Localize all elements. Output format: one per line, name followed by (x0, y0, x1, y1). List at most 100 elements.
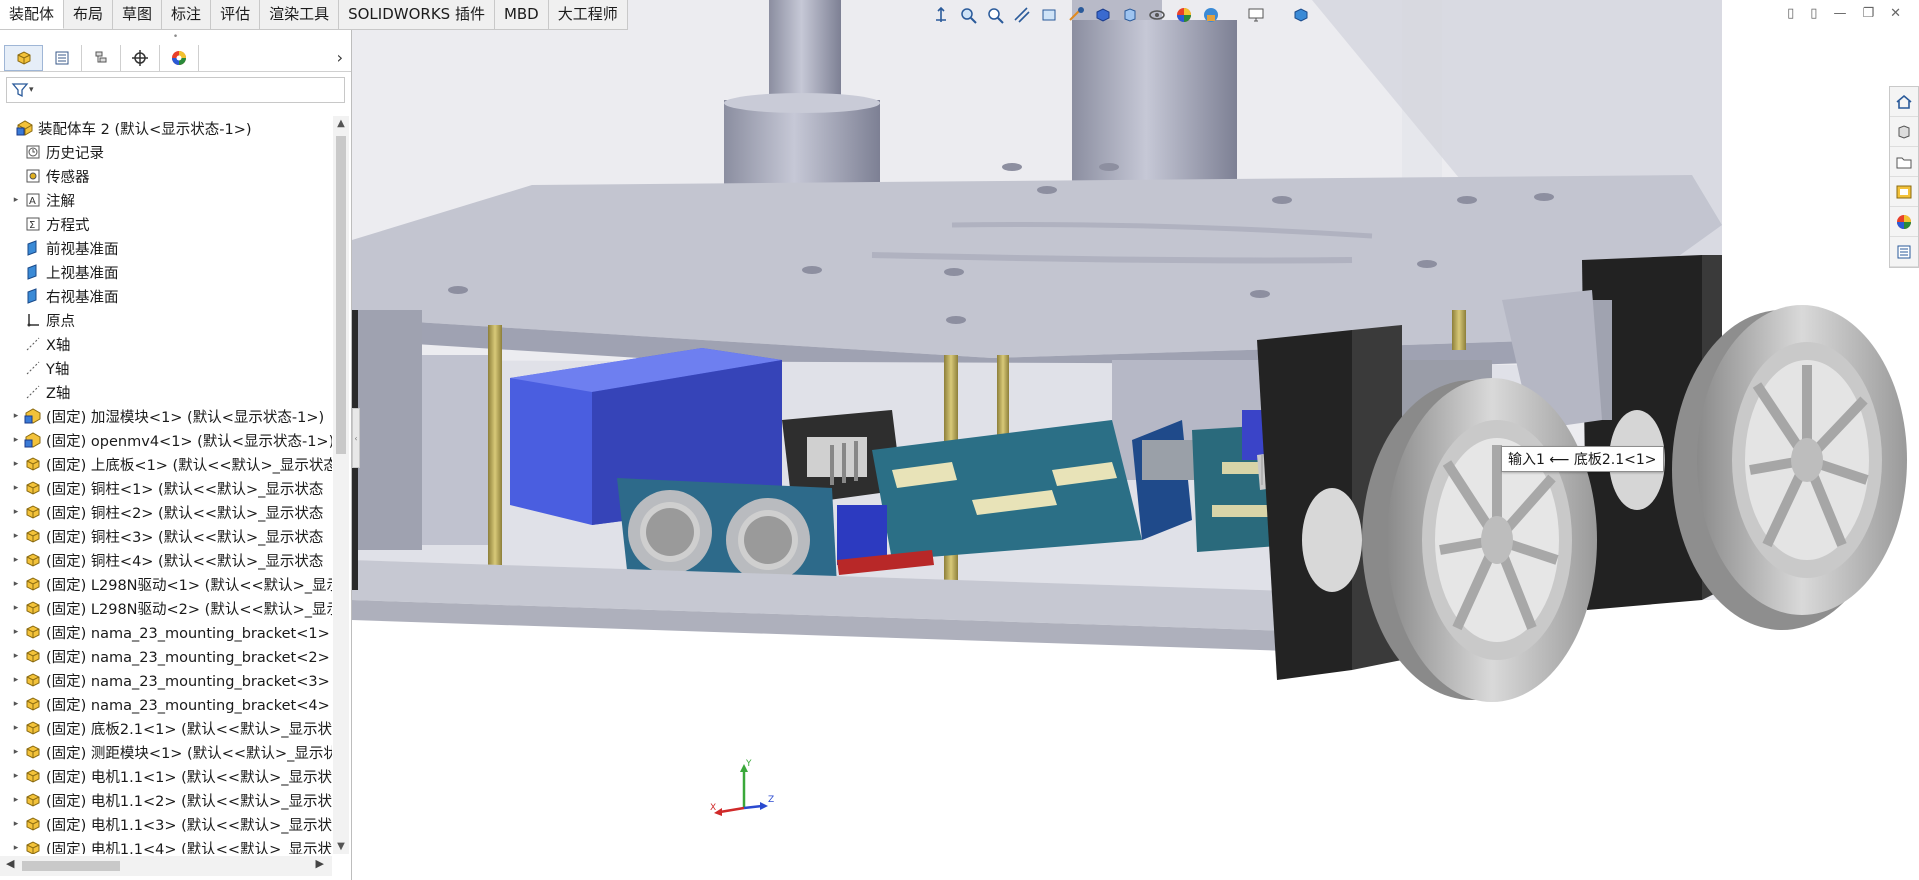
expand-arrow-icon[interactable]: ▸ (8, 699, 24, 709)
tree-filter[interactable]: ▾ (6, 77, 345, 103)
expand-arrow-icon[interactable]: ▸ (8, 603, 24, 613)
appearances-icon[interactable] (1890, 207, 1918, 237)
close-icon[interactable]: ✕ (1890, 6, 1901, 21)
expand-arrow-icon[interactable]: ▸ (8, 627, 24, 637)
tree-item[interactable]: ▸ (固定) nama_23_mounting_bracket<2> (0, 644, 332, 668)
previous-view-icon[interactable] (984, 4, 1006, 26)
dimxpert-manager-tab[interactable] (121, 44, 160, 71)
expand-arrow-icon[interactable]: ▸ (8, 555, 24, 565)
command-tab[interactable]: MBD (495, 0, 549, 29)
tree-item[interactable]: ▸ (固定) 铜柱<4> (默认<<默认>_显示状态 (0, 548, 332, 572)
scroll-up-icon[interactable]: ▲ (333, 118, 349, 129)
tree-item[interactable]: X轴 (0, 332, 332, 356)
tree-item[interactable]: 右视基准面 (0, 284, 332, 308)
tree-item[interactable]: ▸ (固定) 铜柱<2> (默认<<默认>_显示状态 (0, 500, 332, 524)
command-tab[interactable]: 装配体 (0, 0, 65, 29)
tree-item[interactable]: Z轴 (0, 380, 332, 404)
expand-arrow-icon[interactable]: ▸ (8, 843, 24, 853)
zoom-to-fit-icon[interactable] (930, 4, 952, 26)
property-manager-tab[interactable] (43, 44, 82, 71)
tree-item[interactable]: ▸ (固定) nama_23_mounting_bracket<3> (0, 668, 332, 692)
home-icon[interactable] (1890, 87, 1918, 117)
graphics-area[interactable]: ▯ ▯ — ❐ ✕ 输入1 ⟵ 底板2.1<1> Y X Z (352, 0, 1919, 880)
expand-arrow-icon[interactable]: ▸ (8, 483, 24, 493)
view-orientation-icon[interactable] (1065, 4, 1087, 26)
expand-arrow-icon[interactable]: ▸ (8, 771, 24, 781)
configuration-manager-tab[interactable] (82, 44, 121, 71)
display-style-icon[interactable] (1092, 4, 1114, 26)
tree-item[interactable]: ▸ (固定) 电机1.1<3> (默认<<默认>_显示状 (0, 812, 332, 836)
section-view-icon[interactable] (1011, 4, 1033, 26)
hide-show-icon[interactable] (1119, 4, 1141, 26)
display-manager-tab[interactable] (160, 44, 199, 71)
tree-item[interactable]: 上视基准面 (0, 260, 332, 284)
tree-item[interactable]: ▸ (固定) nama_23_mounting_bracket<4> (0, 692, 332, 716)
tree-horizontal-scrollbar[interactable]: ◀ ▶ (0, 856, 332, 876)
tree-item[interactable]: ▸ (固定) 电机1.1<1> (默认<<默认>_显示状 (0, 764, 332, 788)
custom-properties-icon[interactable] (1890, 237, 1918, 267)
expand-arrow-icon[interactable]: ▸ (8, 507, 24, 517)
tree-item[interactable]: ▸ (固定) L298N驱动<2> (默认<<默认>_显示 (0, 596, 332, 620)
tree-item[interactable]: ▸ (固定) 铜柱<3> (默认<<默认>_显示状态 (0, 524, 332, 548)
expand-arrow-icon[interactable]: ▸ (8, 795, 24, 805)
command-tab[interactable]: 渲染工具 (260, 0, 340, 29)
display-pane-icon[interactable] (1245, 4, 1267, 26)
expand-arrow-icon[interactable]: ▸ (8, 723, 24, 733)
command-tab[interactable]: 大工程师 (549, 0, 628, 29)
assembly-model[interactable] (352, 0, 1919, 880)
expand-arrow-icon[interactable]: ▸ (8, 195, 24, 205)
expand-arrow-icon[interactable]: ▸ (8, 747, 24, 757)
filter-icon[interactable] (11, 81, 29, 99)
expand-arrow-icon[interactable]: ▸ (8, 411, 24, 421)
tree-vertical-scrollbar[interactable]: ▲ ▼ (333, 116, 349, 854)
expand-arrow-icon[interactable]: ▸ (8, 819, 24, 829)
command-tab[interactable]: 草图 (113, 0, 163, 29)
expand-arrow-icon[interactable]: ▸ (8, 675, 24, 685)
horizontal-scroll-thumb[interactable] (22, 861, 120, 871)
minimize-icon[interactable]: — (1833, 6, 1846, 21)
tree-item[interactable]: ▸ (固定) 加湿模块<1> (默认<显示状态-1>) (0, 404, 332, 428)
tree-item[interactable]: 前视基准面 (0, 236, 332, 260)
expand-arrow-icon[interactable]: ▸ (8, 531, 24, 541)
panel-collapse-handle[interactable]: ‹ (352, 408, 360, 468)
feature-manager-tab[interactable] (4, 44, 43, 71)
expand-arrow-icon[interactable]: ▸ (8, 579, 24, 589)
command-tab[interactable]: SOLIDWORKS 插件 (339, 0, 495, 29)
scroll-right-icon[interactable]: ▶ (316, 857, 324, 870)
zoom-area-icon[interactable] (957, 4, 979, 26)
command-tab[interactable]: 评估 (211, 0, 261, 29)
scroll-left-icon[interactable]: ◀ (6, 857, 14, 870)
command-tab[interactable]: 标注 (162, 0, 212, 29)
tree-root[interactable]: 装配体车 2 (默认<显示状态-1>) (0, 116, 332, 140)
tree-item[interactable]: ▸ (固定) nama_23_mounting_bracket<1> (0, 620, 332, 644)
tree-item[interactable]: ▸ (固定) L298N驱动<1> (默认<<默认>_显示 (0, 572, 332, 596)
chevron-right-icon[interactable]: › (337, 48, 343, 67)
tile-left-icon[interactable]: ▯ (1787, 6, 1794, 21)
tree-item[interactable]: ▸ (固定) 铜柱<1> (默认<<默认>_显示状态 (0, 476, 332, 500)
edit-appearance-icon[interactable] (1146, 4, 1168, 26)
command-tab[interactable]: 布局 (64, 0, 114, 29)
tree-item[interactable]: 历史记录 (0, 140, 332, 164)
tree-item[interactable]: 原点 (0, 308, 332, 332)
expand-arrow-icon[interactable]: ▸ (8, 459, 24, 469)
view-palette-icon[interactable] (1890, 177, 1918, 207)
tree-item[interactable]: 传感器 (0, 164, 332, 188)
apply-view-icon[interactable] (1290, 4, 1312, 26)
tile-right-icon[interactable]: ▯ (1810, 6, 1817, 21)
tree-item[interactable]: ▸ (固定) 电机1.1<2> (默认<<默认>_显示状 (0, 788, 332, 812)
tree-item[interactable]: ▸ A 注解 (0, 188, 332, 212)
apply-scene-icon[interactable] (1173, 4, 1195, 26)
scroll-down-icon[interactable]: ▼ (333, 841, 349, 852)
tree-item[interactable]: ▸ (固定) 测距模块<1> (默认<<默认>_显示状 (0, 740, 332, 764)
dynamic-annotation-icon[interactable] (1038, 4, 1060, 26)
expand-arrow-icon[interactable]: ▸ (8, 651, 24, 661)
tree-item[interactable]: Y轴 (0, 356, 332, 380)
tree-item[interactable]: ▸ (固定) 电机1.1<4> (默认<<默认>_显示状 (0, 836, 332, 854)
restore-icon[interactable]: ❐ (1862, 6, 1874, 21)
file-explorer-icon[interactable] (1890, 147, 1918, 177)
reference-triad[interactable]: Y X Z (708, 756, 778, 826)
scroll-thumb[interactable] (336, 136, 346, 454)
panel-grip[interactable]: • (0, 30, 351, 44)
design-library-icon[interactable] (1890, 117, 1918, 147)
tree-item[interactable]: ▸ (固定) 上底板<1> (默认<<默认>_显示状态 (0, 452, 332, 476)
